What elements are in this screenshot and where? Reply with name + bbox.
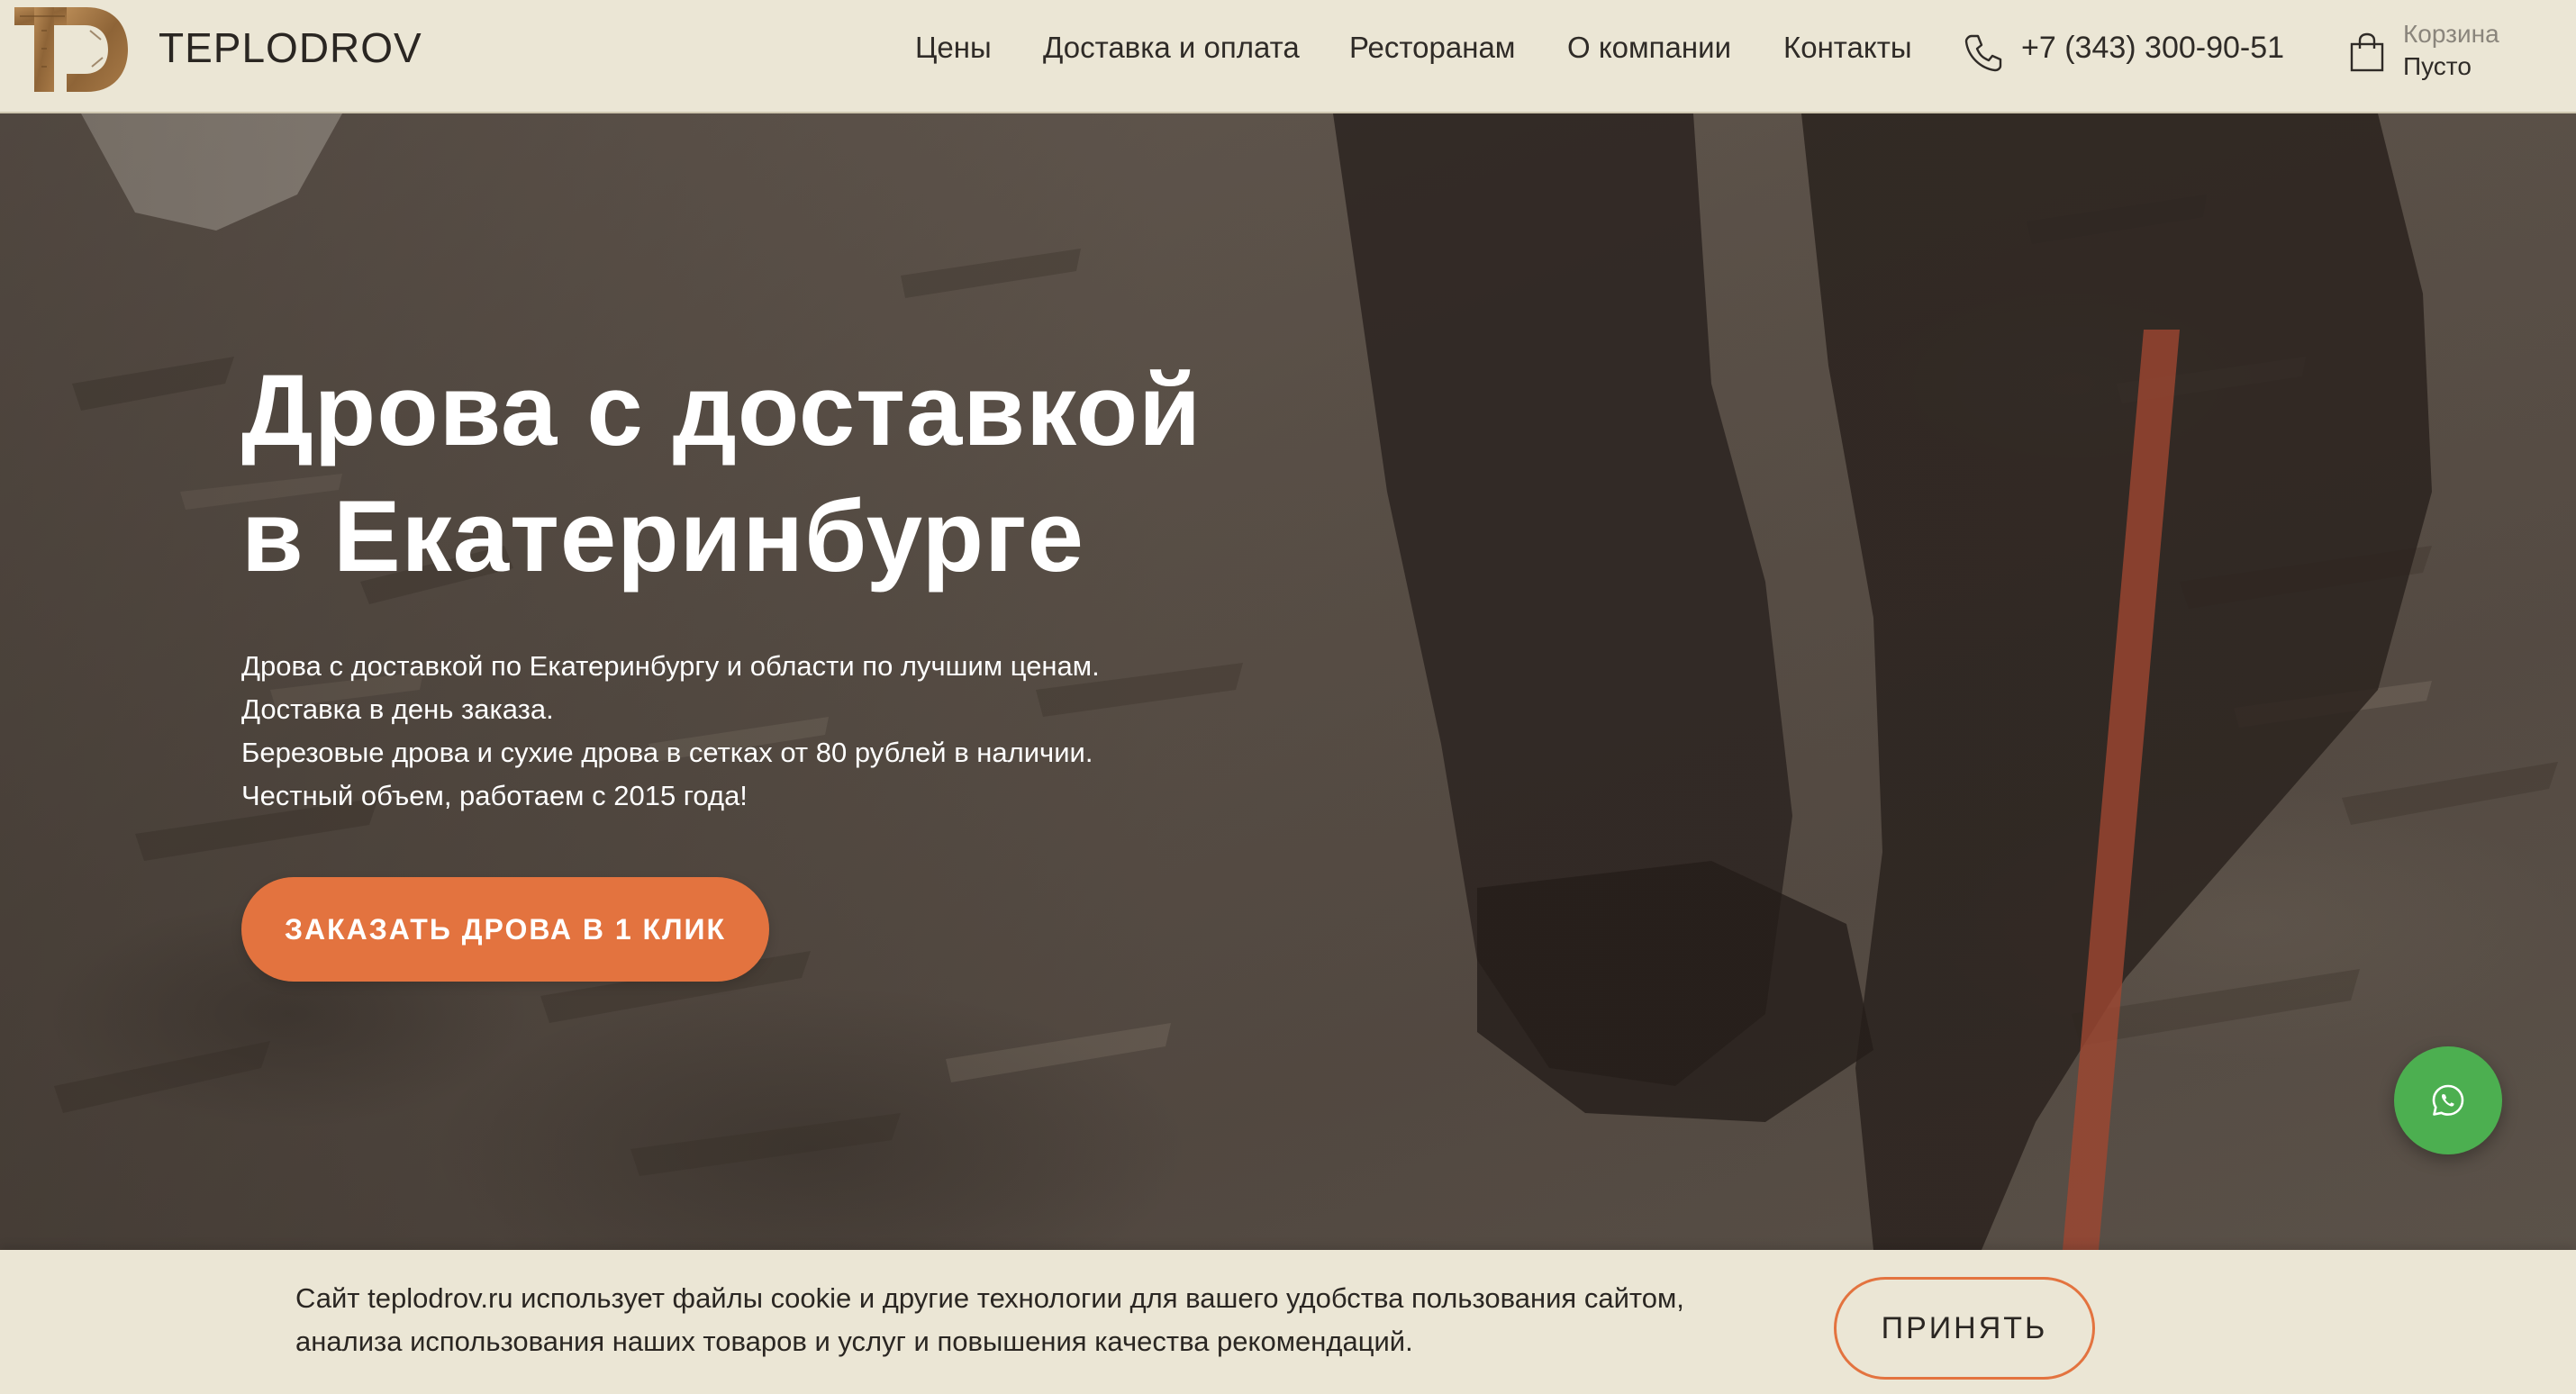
hero-title-line-2: в Екатеринбурге	[241, 480, 1084, 593]
nav-item-prices[interactable]: Цены	[915, 31, 992, 65]
cookie-message-line-1: Сайт teplodrov.ru использует файлы cooki…	[295, 1282, 1684, 1314]
nav-item-about[interactable]: О компании	[1567, 31, 1731, 65]
cookie-message: Сайт teplodrov.ru использует файлы cooki…	[295, 1277, 1827, 1363]
nav-item-delivery[interactable]: Доставка и оплата	[1043, 31, 1300, 65]
hero-title-line-1: Дрова с доставкой	[241, 354, 1202, 466]
phone-icon[interactable]	[1964, 32, 2003, 72]
nav-item-contacts[interactable]: Контакты	[1783, 31, 1912, 65]
cookie-consent-bar: Сайт teplodrov.ru использует файлы cooki…	[0, 1250, 2576, 1394]
hero-description-line-3: Березовые дрова и сухие дрова в сетках о…	[241, 737, 1093, 768]
hero-description-line-1: Дрова с доставкой по Екатеринбургу и обл…	[241, 650, 1100, 682]
logo[interactable]: TEPLODROV	[14, 4, 422, 95]
cart-title[interactable]: Корзина	[2403, 20, 2499, 49]
order-firewood-button[interactable]: ЗАКАЗАТЬ ДРОВА В 1 КЛИК	[241, 877, 769, 982]
hero-description: Дрова с доставкой по Екатеринбургу и обл…	[241, 645, 1502, 818]
site-header: TEPLODROV Цены Доставка и оплата Рестора…	[0, 0, 2576, 113]
hero-section: Дрова с доставкой в Екатеринбурге Дрова …	[0, 113, 2576, 1250]
logo-mark-icon	[14, 7, 128, 92]
nav-item-restaurants[interactable]: Ресторанам	[1349, 31, 1515, 65]
whatsapp-icon	[2432, 1084, 2464, 1116]
shopping-bag-icon[interactable]	[2349, 32, 2385, 72]
cookie-message-line-2: анализа использования наших товаров и ус…	[295, 1326, 1413, 1357]
hero-title: Дрова с доставкой в Екатеринбурге	[241, 348, 1502, 600]
logo-text: TEPLODROV	[159, 24, 422, 71]
accept-cookies-button[interactable]: ПРИНЯТЬ	[1834, 1277, 2095, 1380]
hero-description-line-2: Доставка в день заказа.	[241, 693, 554, 725]
cart-status[interactable]: Пусто	[2403, 52, 2472, 81]
whatsapp-button[interactable]	[2394, 1046, 2502, 1154]
hero-description-line-4: Честный объем, работаем с 2015 года!	[241, 780, 748, 811]
phone-number-link[interactable]: +7 (343) 300-90-51	[2021, 31, 2284, 66]
